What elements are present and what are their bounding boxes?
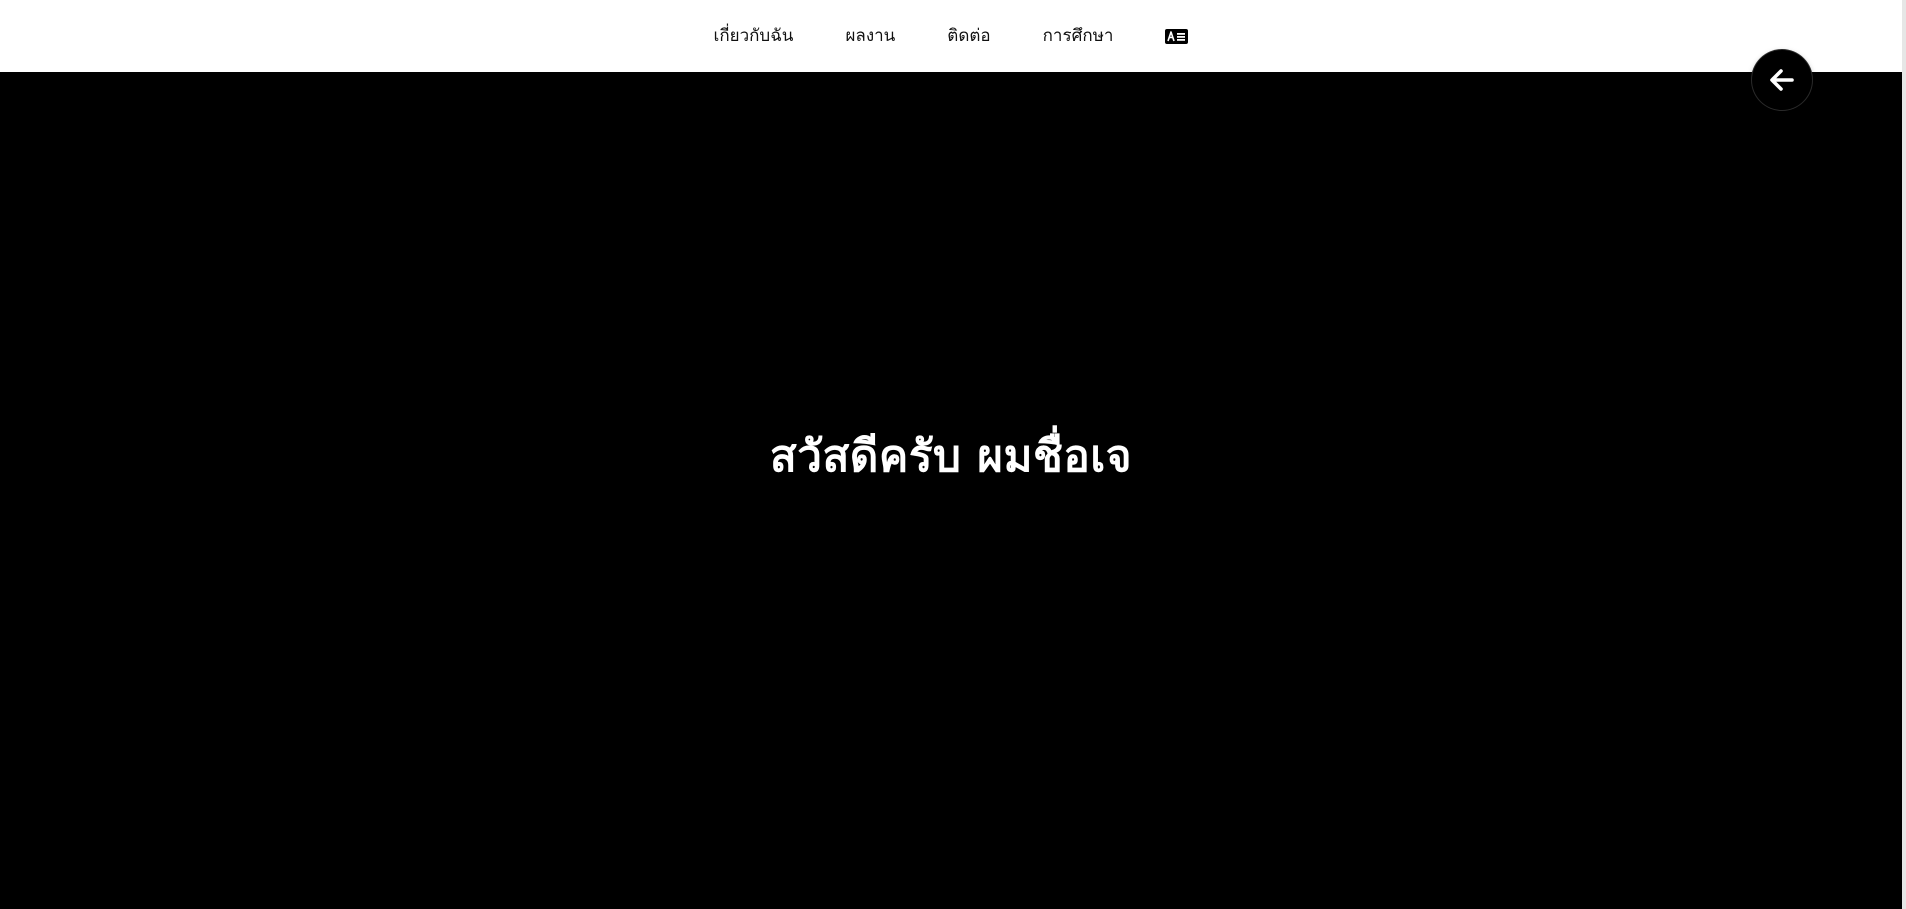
hero-title: สวัสดีครับ ผมชื่อเจ [769, 431, 1133, 482]
scrollbar-track[interactable] [1902, 0, 1906, 909]
page: เกี่ยวกับฉัน ผลงาน ติดต่อ การศึกษา สวัสด… [0, 0, 1906, 909]
nav-item-portfolio[interactable]: ผลงาน [819, 0, 921, 72]
arrow-left-icon [1770, 69, 1794, 91]
top-navbar: เกี่ยวกับฉัน ผลงาน ติดต่อ การศึกษา [0, 0, 1902, 72]
nav-item-about[interactable]: เกี่ยวกับฉัน [688, 0, 820, 72]
nav-item-education[interactable]: การศึกษา [1017, 0, 1140, 72]
hero-section: สวัสดีครับ ผมชื่อเจ [0, 72, 1902, 909]
nav-menu: เกี่ยวกับฉัน ผลงาน ติดต่อ การศึกษา [688, 0, 1215, 72]
nav-item-contact[interactable]: ติดต่อ [921, 0, 1016, 72]
id-card-icon [1165, 28, 1189, 44]
back-button[interactable] [1752, 50, 1812, 110]
nav-item-resume[interactable] [1139, 0, 1214, 72]
